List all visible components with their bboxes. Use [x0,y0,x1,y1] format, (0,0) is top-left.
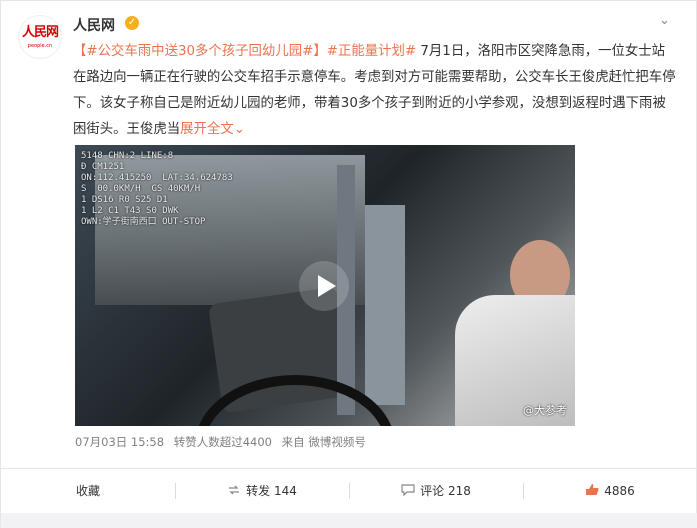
author-name[interactable]: 人民网 [73,15,115,35]
positive-tag-link[interactable]: #正能量计划# [327,44,416,59]
action-bar: 收藏 转发 144 评论 218 4886 [1,469,697,513]
repost-label: 转发 [246,484,271,498]
favorite-button[interactable]: 收藏 [1,469,175,513]
comment-icon [401,470,415,514]
play-triangle [318,275,336,297]
thumbs-up-icon [585,470,599,514]
chevron-down-icon: ⌄ [233,122,245,137]
favorite-label: 收藏 [75,484,100,498]
page-background-strip [1,513,697,528]
post-date[interactable]: 07月03日 15:58 [75,435,164,449]
weibo-post-card: 人民网 people.cn 人民网 ✓ ⌄ 【#公交车雨中送30多个孩子回幼儿园… [0,0,697,528]
post-source[interactable]: 来自 微博视频号 [282,435,366,449]
repost-icon [227,470,241,514]
video-watermark: @大参考 [523,404,567,417]
bracket-close: 】 [313,44,327,59]
avatar-logo: 人民网 [21,25,59,40]
bracket-open: 【 [73,44,87,59]
comment-count: 218 [447,484,471,498]
video-player[interactable]: 5148 CHN:2 LINE:8 Đ CM1251 ON:112.415250 L… [75,145,575,426]
verified-badge-icon: ✓ [125,16,139,30]
play-icon[interactable] [299,261,349,311]
repost-count: 144 [273,484,297,498]
expand-label: 展开全文 [180,122,234,137]
avatar[interactable]: 人民网 people.cn [18,15,62,59]
osd-line: Đ CM1251 [81,162,125,172]
topic-tag-link[interactable]: #公交车雨中送30多个孩子回幼儿园# [86,44,313,59]
comment-label: 评论 [420,484,445,498]
osd-line: ON:112.415250 LAT:34.624783 [81,173,233,183]
like-button[interactable]: 4886 [523,469,697,513]
comment-button[interactable]: 评论 218 [349,469,523,513]
osd-line: 5148 CHN:2 LINE:8 [81,151,174,161]
post-meta: 07月03日 15:58 转赞人数超过4400 来自 微博视频号 [75,434,372,450]
post-text: 【#公交车雨中送30多个孩子回幼儿园#】#正能量计划# 7月1日，洛阳市区突降急… [73,39,678,143]
chevron-down-icon[interactable]: ⌄ [659,13,670,28]
reposts-note: 转赞人数超过4400 [173,435,273,449]
osd-line: 1 L2 C1 T43 S0 DWK [81,206,179,216]
osd-line: S 00.0KM/H GS 40KM/H [81,184,201,194]
video-pole [365,205,405,405]
avatar-sub: people.cn [27,43,53,49]
osd-line: 1 DS16 R0 S25 D1 [81,195,168,205]
video-osd-overlay: 5148 CHN:2 LINE:8 Đ CM1251 ON:112.415250 L… [81,151,233,228]
like-count: 4886 [604,484,635,498]
repost-button[interactable]: 转发 144 [175,469,349,513]
osd-line: OWN:学子街南西口 OUT-STOP [81,217,206,227]
expand-full-text-link[interactable]: 展开全文⌄ [180,122,245,137]
